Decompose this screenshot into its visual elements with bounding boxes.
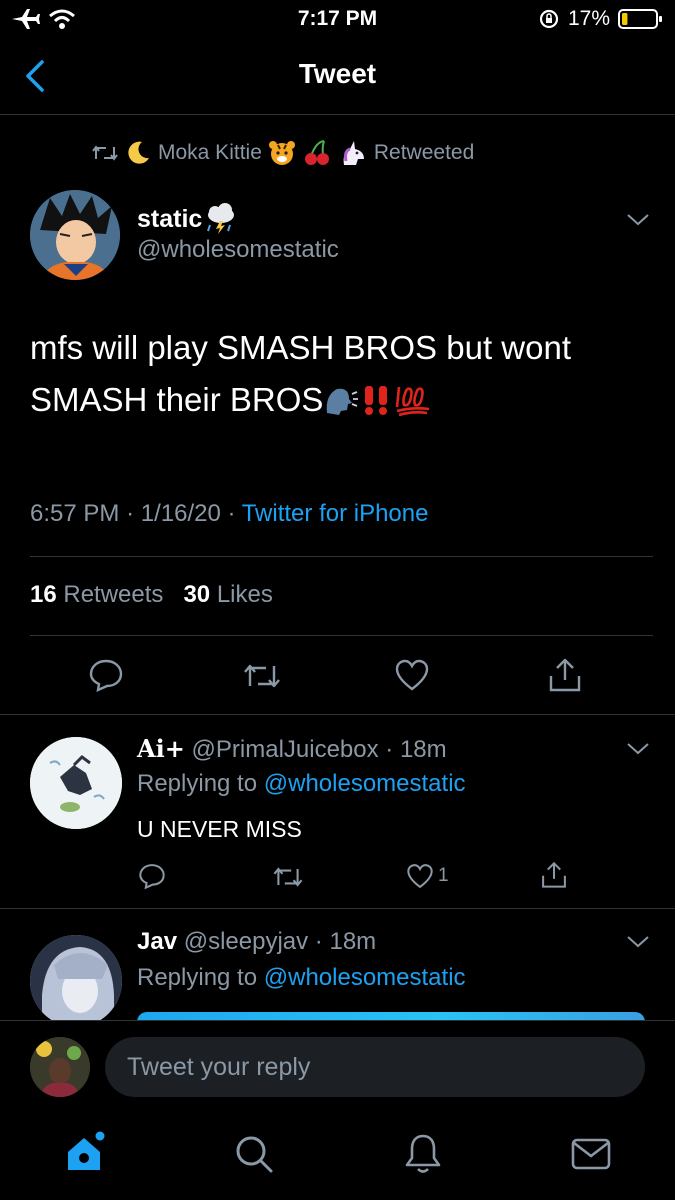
retweet-icon[interactable]	[242, 660, 282, 692]
replying-to-label: Replying to	[137, 770, 258, 797]
my-avatar-image	[30, 1037, 90, 1097]
tab-bar	[0, 1120, 675, 1200]
tweet-meta: 6:57 PM · 1/16/20 · Twitter for iPhone	[30, 500, 429, 527]
tiger-emoji-icon	[268, 141, 295, 165]
reply-author-handle[interactable]: @PrimalJuicebox	[192, 736, 379, 763]
retweeter-name: Moka Kittie	[158, 141, 262, 164]
crescent-moon-emoji-icon	[128, 141, 149, 164]
author-name: static	[137, 204, 203, 233]
replying-to-handle[interactable]: @wholesomestatic	[264, 770, 466, 797]
reply-composer: Tweet your reply	[0, 1020, 675, 1120]
orientation-lock-icon	[539, 9, 559, 29]
reply-like-button[interactable]: 1	[406, 862, 449, 890]
author-avatar[interactable]	[30, 190, 120, 280]
replying-to-line: Replying to @wholesomestatic	[137, 770, 466, 798]
nav-divider	[0, 114, 675, 115]
tweet-source-link[interactable]: Twitter for iPhone	[242, 500, 429, 527]
author-handle[interactable]: @wholesomestatic	[137, 236, 339, 264]
status-bar: 7:17 PM 17%	[0, 0, 675, 40]
cloud-lightning-rain-emoji-icon	[207, 203, 235, 234]
retweet-small-icon	[92, 145, 118, 161]
battery-percent: 17%	[568, 7, 611, 30]
reply-header: Ai+ @PrimalJuicebox · 18m	[137, 734, 447, 763]
retweets-stat[interactable]: 16 Retweets	[30, 581, 163, 608]
tweet-text-line-2: SMASH their BROS	[30, 381, 324, 418]
tweet-text-line-1: mfs will play SMASH BROS but wont	[30, 329, 571, 366]
chevron-down-icon[interactable]	[626, 934, 650, 950]
page-title: Tweet	[298, 58, 377, 89]
hundred-points-emoji-icon	[396, 386, 430, 417]
retweets-label: Retweets	[63, 581, 164, 608]
share-icon[interactable]	[540, 860, 568, 890]
tweet-time: 6:57 PM	[30, 500, 120, 527]
actions-divider	[0, 714, 675, 715]
meta-divider	[30, 556, 653, 557]
reply-divider	[0, 908, 675, 909]
replying-to-line: Replying to @wholesomestatic	[137, 964, 466, 992]
reply-avatar[interactable]	[30, 935, 122, 1027]
tweet-text: mfs will play SMASH BROS but wont SMASH …	[30, 322, 650, 426]
author-name-row[interactable]: static	[137, 203, 238, 235]
reply-author-name[interactable]: Ai+	[137, 734, 185, 763]
share-icon[interactable]	[547, 656, 583, 694]
likes-label: Likes	[216, 581, 273, 608]
composer-divider	[0, 1020, 675, 1021]
retweeted-by-line[interactable]: Moka Kittie Retweeted	[92, 138, 474, 168]
engagement-counts: 16 Retweets 30 Likes	[30, 581, 273, 609]
unicorn-emoji-icon	[343, 141, 364, 165]
likes-stat[interactable]: 30 Likes	[183, 581, 272, 608]
my-avatar[interactable]	[30, 1037, 90, 1097]
reply-author-handle[interactable]: @sleepyjav	[184, 928, 308, 955]
cherries-emoji-icon	[304, 140, 329, 165]
reply-avatar[interactable]	[30, 737, 122, 829]
chevron-down-icon[interactable]	[626, 741, 650, 757]
notifications-bell-icon[interactable]	[404, 1132, 442, 1176]
reply-icon[interactable]	[138, 862, 166, 890]
replying-to-handle[interactable]: @wholesomestatic	[264, 964, 466, 991]
counts-divider	[30, 635, 653, 636]
reply-avatar-image	[30, 737, 122, 829]
battery-icon	[618, 9, 662, 29]
reply-like-count: 1	[438, 865, 449, 886]
home-icon[interactable]	[64, 1130, 108, 1174]
like-heart-icon[interactable]	[394, 658, 430, 692]
reply-age: 18m	[399, 736, 447, 763]
speaking-head-emoji-icon	[327, 388, 359, 415]
messages-envelope-icon[interactable]	[571, 1138, 611, 1170]
retweet-icon[interactable]	[272, 864, 304, 890]
tweet-date: 1/16/20	[140, 500, 221, 527]
tweet-text-line-2-row: SMASH their BROS	[30, 374, 650, 426]
search-icon[interactable]	[234, 1134, 274, 1174]
reply-avatar-image	[30, 935, 122, 1027]
like-heart-icon	[407, 864, 433, 889]
retweet-count: 16	[30, 581, 57, 608]
reply-icon[interactable]	[88, 657, 124, 693]
reply-age: 18m	[329, 928, 377, 955]
replying-to-label: Replying to	[137, 964, 258, 991]
reply-author-name[interactable]: Jav	[137, 928, 177, 955]
retweeted-label: Retweeted	[373, 141, 475, 164]
reply-text: U NEVER MISS	[137, 816, 302, 842]
reply-header: Jav @sleepyjav · 18m	[137, 928, 377, 955]
chevron-down-icon[interactable]	[626, 212, 650, 228]
double-exclamation-emoji-icon	[365, 386, 388, 415]
author-avatar-image	[30, 190, 120, 280]
like-count: 30	[183, 581, 211, 608]
reply-input[interactable]: Tweet your reply	[105, 1037, 645, 1097]
